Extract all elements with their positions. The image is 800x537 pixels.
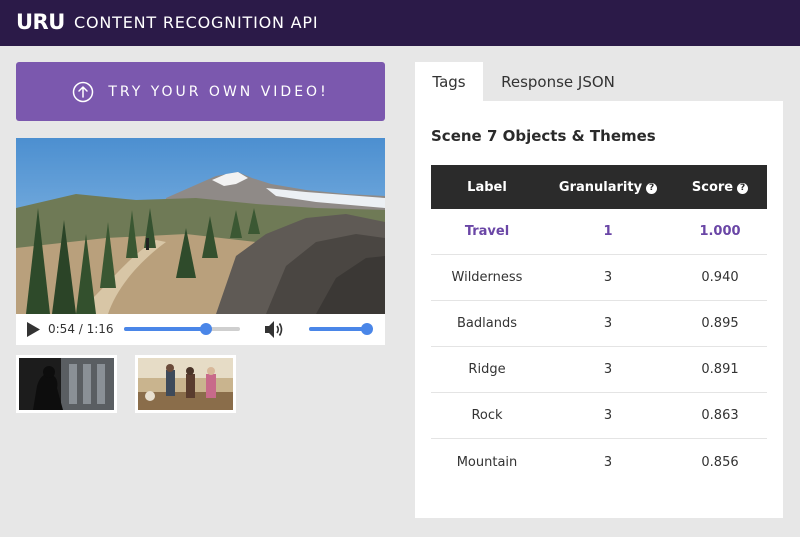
cell-label: Mountain (456, 454, 518, 470)
column-header-granularity-text: Granularity (558, 179, 643, 195)
cell-label: Badlands (457, 316, 517, 331)
volume-knob[interactable] (361, 323, 373, 335)
cell-granularity: 3 (603, 408, 613, 423)
cell-score: 0.940 (701, 270, 739, 285)
playback-time: 0:54 / 1:16 (48, 322, 114, 336)
scene-thumbnail[interactable] (135, 355, 236, 413)
help-icon[interactable]: ? (646, 182, 658, 194)
table-row: Badlands 3 0.895 (431, 301, 767, 347)
scene-thumbnail[interactable] (16, 355, 117, 413)
video-frame[interactable] (16, 138, 385, 314)
app-title: CONTENT RECOGNITION API (74, 13, 319, 32)
column-header-label-text: Label (467, 179, 507, 195)
cell-label: Ridge (468, 362, 506, 377)
progress-fill (124, 327, 207, 331)
cell-granularity: 3 (603, 270, 613, 285)
video-controls: 0:54 / 1:16 (16, 314, 385, 345)
tab-tags[interactable]: Tags (415, 62, 483, 101)
table-header: Label Granularity? Score? (431, 165, 767, 209)
table-row: Ridge 3 0.891 (431, 347, 767, 393)
volume-icon[interactable] (264, 320, 284, 339)
cell-granularity: 1 (603, 224, 613, 239)
table-row: Travel 1 1.000 (431, 209, 767, 255)
volume-fill (309, 327, 367, 331)
column-header-score: Score? (673, 180, 767, 195)
play-icon[interactable] (26, 322, 40, 337)
help-icon[interactable]: ? (737, 182, 749, 194)
cell-granularity: 3 (603, 454, 613, 470)
table-row: Rock 3 0.863 (431, 393, 767, 439)
cell-score: 0.856 (701, 454, 739, 470)
column-header-score-text: Score (691, 179, 734, 195)
table-row: Wilderness 3 0.940 (431, 255, 767, 301)
upload-arrow-icon (73, 81, 94, 102)
cell-label: Rock (471, 408, 503, 423)
cell-granularity: 3 (603, 316, 613, 331)
results-panel: Tags Response JSON Scene 7 Objects & The… (415, 62, 783, 518)
progress-slider[interactable] (124, 323, 240, 335)
try-your-own-video-button[interactable]: TRY YOUR OWN VIDEO! (16, 62, 385, 121)
results-tabs: Tags Response JSON (415, 62, 783, 101)
video-scene-image (16, 138, 385, 314)
scene-thumbnail-image (19, 358, 114, 410)
progress-knob[interactable] (200, 323, 213, 335)
tags-panel-body: Scene 7 Objects & Themes Label Granulari… (415, 101, 783, 518)
cell-score: 0.891 (701, 362, 739, 377)
uru-logo[interactable]: URU (16, 9, 65, 35)
logo-text: URU (16, 10, 65, 34)
cell-granularity: 3 (603, 362, 613, 377)
tags-table: Label Granularity? Score? Travel 1 1.000… (431, 165, 767, 485)
cell-label: Wilderness (451, 270, 523, 285)
upload-button-label: TRY YOUR OWN VIDEO! (108, 83, 329, 100)
cell-score: 1.000 (699, 224, 741, 239)
scene-thumbnail-image (138, 358, 233, 410)
volume-slider[interactable] (309, 323, 373, 335)
column-header-label: Label (431, 180, 543, 195)
app-header: URU CONTENT RECOGNITION API (0, 0, 800, 46)
cell-label: Travel (464, 224, 510, 239)
table-row: Mountain 3 0.856 (431, 439, 767, 485)
column-header-granularity: Granularity? (543, 180, 673, 195)
scene-title: Scene 7 Objects & Themes (431, 127, 656, 145)
cell-score: 0.863 (701, 408, 739, 423)
tab-response-json[interactable]: Response JSON (483, 62, 633, 101)
cell-score: 0.895 (701, 316, 739, 331)
